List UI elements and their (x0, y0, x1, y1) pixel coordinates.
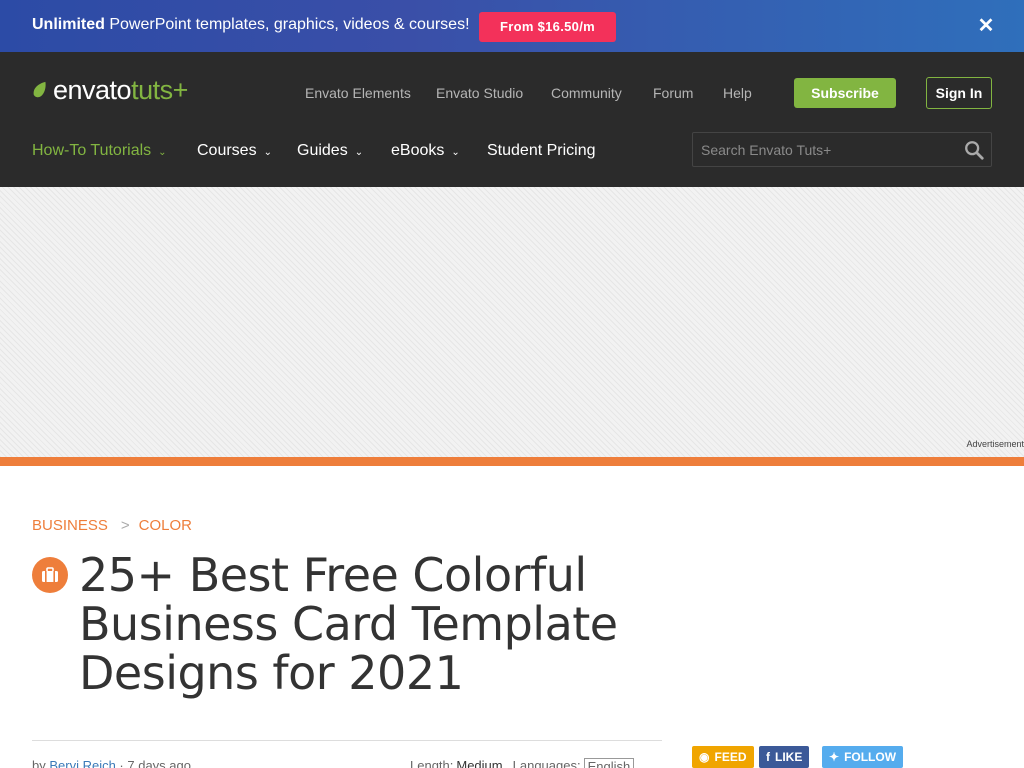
twitter-icon: ✦ (829, 750, 840, 764)
language-select[interactable]: English (583, 758, 635, 768)
nav-label: Student Pricing (487, 142, 596, 159)
advertisement-area[interactable]: Advertisement (0, 187, 1024, 457)
rss-icon: ◉ (699, 750, 710, 764)
byline-prefix: by (32, 758, 50, 768)
breadcrumb-business[interactable]: BUSINESS (32, 517, 108, 534)
category-color-bar (0, 457, 1024, 466)
nav-courses[interactable]: Courses ⌄ (197, 142, 272, 160)
advertisement-label: Advertisement (966, 439, 1024, 449)
nav-student-pricing[interactable]: Student Pricing (487, 142, 596, 160)
nav-how-to-tutorials[interactable]: How-To Tutorials ⌄ (32, 142, 167, 160)
nav-label: eBooks (391, 142, 445, 159)
logo-main-text: envato (53, 74, 132, 105)
like-button[interactable]: f LIKE (759, 746, 810, 768)
breadcrumb: BUSINESS > COLOR (32, 517, 192, 534)
promo-banner: Unlimited PowerPoint templates, graphics… (0, 0, 1024, 52)
search-icon[interactable] (963, 139, 985, 161)
close-icon[interactable]: ✕ (976, 14, 996, 38)
page-title: 25+ Best Free Colorful Business Card Tem… (79, 548, 618, 700)
length-value: Medium (456, 758, 503, 768)
toplink-community[interactable]: Community (551, 85, 622, 101)
envato-tuts-logo[interactable]: envato tuts+ (31, 75, 188, 105)
post-date: 7 days ago (127, 758, 191, 768)
length-label: Length: (410, 758, 454, 768)
leaf-icon (33, 81, 46, 98)
nav-label: Courses (197, 142, 257, 159)
subscribe-button[interactable]: Subscribe (794, 78, 896, 108)
promo-text: Unlimited PowerPoint templates, graphics… (32, 16, 470, 34)
article-meta: Length: Medium Languages: English (410, 758, 635, 768)
follow-label: FOLLOW (844, 750, 897, 764)
promo-bold: Unlimited (32, 16, 105, 33)
chevron-down-icon: ⌄ (158, 146, 167, 158)
promo-cta-button[interactable]: From $16.50/m (479, 12, 616, 42)
chevron-down-icon: ⌄ (263, 146, 272, 158)
logo-sub-text: tuts+ (131, 74, 188, 105)
facebook-icon: f (766, 750, 770, 764)
like-label: LIKE (775, 750, 803, 764)
toplink-help[interactable]: Help (723, 85, 752, 101)
author-link[interactable]: Bervi Reich (49, 758, 115, 768)
breadcrumb-separator: > (120, 517, 130, 534)
feed-label: FEED (714, 750, 747, 764)
divider (32, 740, 662, 741)
promo-message: PowerPoint templates, graphics, videos &… (104, 16, 470, 33)
toplink-envato-elements[interactable]: Envato Elements (305, 85, 411, 101)
byline: by Bervi Reich · 7 days ago (32, 758, 191, 768)
nav-guides[interactable]: Guides ⌄ (297, 142, 363, 160)
briefcase-icon (32, 557, 68, 593)
nav-ebooks[interactable]: eBooks ⌄ (391, 142, 460, 160)
follow-button[interactable]: ✦ FOLLOW (822, 746, 904, 768)
breadcrumb-color[interactable]: COLOR (139, 517, 192, 534)
search-box (692, 132, 992, 167)
language-label: Languages: (512, 758, 581, 768)
sign-in-button[interactable]: Sign In (926, 77, 992, 109)
toplink-forum[interactable]: Forum (653, 85, 693, 101)
chevron-down-icon: ⌄ (354, 146, 364, 158)
feed-button[interactable]: ◉ FEED (692, 746, 754, 768)
nav-label: How-To Tutorials (32, 142, 152, 159)
chevron-down-icon: ⌄ (451, 146, 460, 158)
toplink-envato-studio[interactable]: Envato Studio (436, 85, 523, 101)
site-header: envato tuts+ Envato Elements Envato Studi… (0, 52, 1024, 187)
nav-label: Guides (297, 142, 348, 159)
search-input[interactable] (693, 133, 953, 166)
